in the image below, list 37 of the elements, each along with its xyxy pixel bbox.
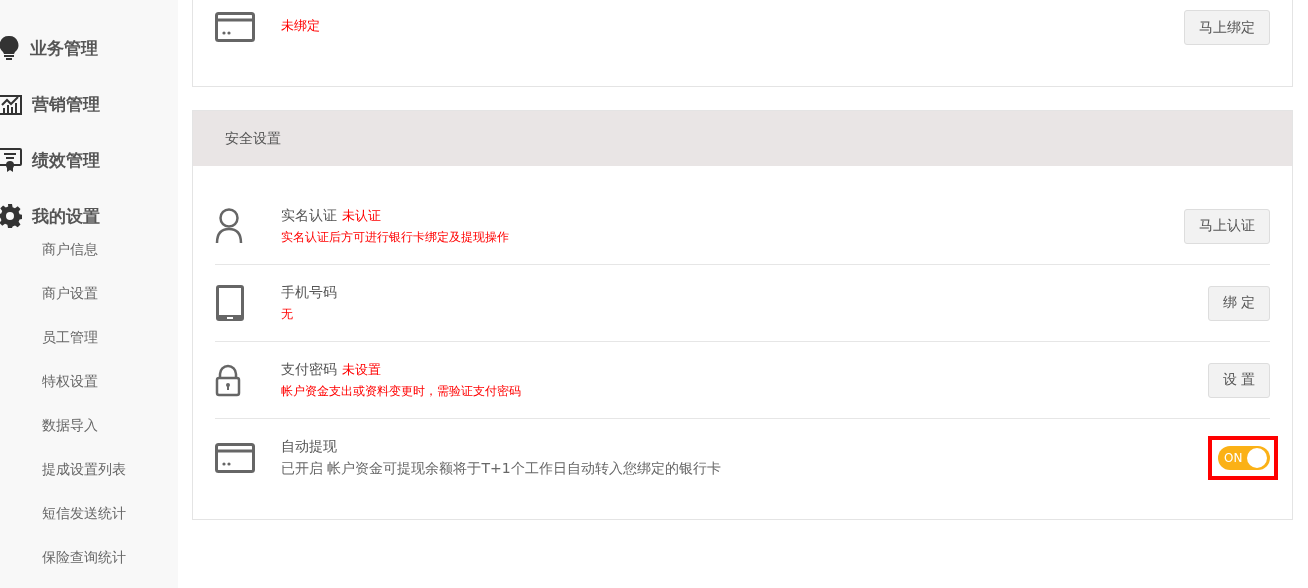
sidebar-subitem[interactable]: 保险查询统计 xyxy=(42,548,178,566)
sidebar-subitem[interactable]: 数据导入 xyxy=(42,416,178,434)
sidebar-subitem[interactable]: 商户设置 xyxy=(42,284,178,302)
sidebar-subitem[interactable]: 短信发送统计 xyxy=(42,504,178,522)
action-button[interactable]: 绑 定 xyxy=(1207,285,1270,321)
sidebar-subitem[interactable]: 特权设置 xyxy=(42,372,178,390)
certificate-icon xyxy=(0,147,22,173)
status-text: 未绑定 xyxy=(281,17,320,35)
setting-title: 支付密码 xyxy=(281,360,337,379)
gear-icon xyxy=(0,204,22,228)
card-icon xyxy=(215,12,255,42)
section-title: 安全设置 xyxy=(225,129,281,148)
tablet-icon xyxy=(215,284,245,322)
chart-icon xyxy=(0,93,22,115)
setting-title: 手机号码 xyxy=(281,283,337,302)
lock-icon xyxy=(215,363,241,397)
status-text: 未认证 xyxy=(342,206,381,225)
sidebar-item[interactable]: 我的设置 xyxy=(32,204,100,228)
sidebar-subitem[interactable]: 提成设置列表 xyxy=(42,460,178,478)
bind-button[interactable]: 马上绑定 xyxy=(1184,10,1270,45)
action-button[interactable]: 设 置 xyxy=(1207,362,1270,398)
sidebar-item[interactable]: 营销管理 xyxy=(32,92,100,116)
setting-description: 无 xyxy=(281,305,294,323)
sidebar-item[interactable]: 绩效管理 xyxy=(32,148,100,172)
setting-title: 实名认证 xyxy=(281,206,337,225)
action-button[interactable]: 马上认证 xyxy=(1184,208,1270,244)
setting-description: 已开启 帐户资金可提现余额将于T+1个工作日自动转入您绑定的银行卡 xyxy=(281,459,722,478)
person-icon xyxy=(215,208,243,244)
sidebar-subitem[interactable]: 商户信息 xyxy=(42,240,178,258)
setting-description: 实名认证后方可进行银行卡绑定及提现操作 xyxy=(281,228,510,246)
sidebar-subitem[interactable]: 员工管理 xyxy=(42,328,178,346)
sidebar-item[interactable]: 业务管理 xyxy=(30,36,98,60)
lightbulb-icon xyxy=(0,35,20,61)
setting-description: 帐户资金支出或资料变更时，需验证支付密码 xyxy=(281,382,522,400)
card-icon xyxy=(215,442,255,473)
setting-title: 自动提现 xyxy=(281,437,337,456)
status-text: 未设置 xyxy=(342,360,381,379)
